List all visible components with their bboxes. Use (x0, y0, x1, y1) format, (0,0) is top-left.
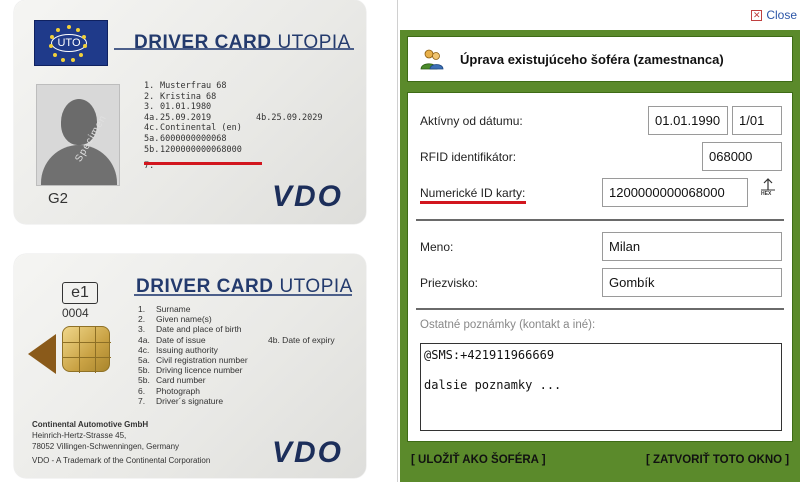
legend-row: 5b. Driving licence number (138, 365, 243, 376)
legend-row: 4c. Issuing authority (138, 344, 218, 355)
country-code-box: e1 (62, 282, 98, 304)
vdo-logo: VDO (272, 180, 344, 213)
rfid-label: RFID identifikátor: (420, 150, 517, 164)
card-title: DRIVER CARD UTOPIA (136, 276, 353, 297)
legend-row: 5b. Card number (138, 375, 206, 386)
close-window-button[interactable]: [ ZATVORIŤ TOTO OKNO ] (646, 454, 789, 466)
dialog-header: Úprava existujúceho šoféra (zamestnanca) (407, 36, 793, 82)
field-row: 5b.1200000000068000 (144, 144, 242, 155)
arrow-up-icon (761, 178, 775, 191)
hex-convert-button[interactable]: HEX (758, 178, 778, 200)
divider (416, 219, 784, 221)
first-name-label: Meno: (420, 240, 454, 254)
numeric-id-highlight (420, 201, 526, 204)
notes-label: Ostatné poznámky (kontakt a iné): (420, 319, 596, 331)
legend-row: 3. Date and place of birth (138, 324, 242, 335)
notes-textarea[interactable]: @SMS:+421911966669 dalsie poznamky ... (420, 343, 782, 431)
card-title: DRIVER CARD UTOPIA (134, 32, 351, 53)
dialog-frame: Úprava existujúceho šoféra (zamestnanca)… (400, 30, 800, 482)
active-from-time-input[interactable]: 1/01 (732, 106, 782, 135)
legend-row: 4a. Date of issue (138, 334, 206, 345)
driver-card-back: e1 0004 DRIVER CARD UTOPIA 1. Surname 2. Gi… (14, 254, 366, 478)
photo-specimen: Specimen (36, 84, 120, 186)
chip-icon (62, 326, 111, 373)
manufacturer-info: Continental Automotive GmbH Heinrich-Her… (32, 420, 211, 465)
legend-row: 5a. Civil registration number (138, 355, 248, 366)
field-row: 1. Musterfrau 68 (144, 81, 227, 91)
field-row: 2. Kristina 68 (144, 91, 217, 102)
insert-arrow-icon (28, 334, 56, 374)
card-fields: 1. Musterfrau 68 2. Kristina 68 3. 01.01.19… (144, 81, 242, 172)
close-link[interactable]: ✕ Close (751, 8, 797, 22)
field-row: 4a.25.09.2019 (144, 112, 212, 123)
field-row: 4c.Continental (en) (144, 123, 242, 134)
edit-driver-dialog: ✕ Close Úprava existujúceho šoféra (zames… (397, 0, 803, 482)
driver-form: Aktívny od dátumu: 01.01.1990 1/01 RFID … (407, 92, 793, 442)
legend-row: 7. Driver´s signature (138, 395, 224, 406)
rfid-input[interactable]: 068000 (702, 142, 782, 171)
generation-label: G2 (48, 190, 69, 207)
card-legend: 1. Surname 2. Given name(s) 3. Date and pla… (138, 304, 248, 406)
legend-row: 1. Surname (138, 304, 191, 314)
numeric-id-label: Numerické ID karty: (420, 186, 526, 200)
card-series-number: 0004 (62, 306, 89, 320)
legend-expiry: 4b. Date of expiry (268, 335, 335, 345)
last-name-label: Priezvisko: (420, 276, 479, 290)
divider (416, 308, 784, 310)
card-number-highlight (144, 162, 262, 165)
first-name-input[interactable]: Milan (602, 232, 782, 261)
active-from-label: Aktívny od dátumu: (420, 114, 523, 128)
active-from-date-input[interactable]: 01.01.1990 (648, 106, 728, 135)
vdo-logo: VDO (272, 436, 344, 469)
dialog-title: Úprava existujúceho šoféra (zamestnanca) (460, 52, 724, 67)
field-row: 5a.6000000000068 (144, 133, 227, 144)
last-name-input[interactable]: Gombík (602, 268, 782, 297)
close-icon[interactable]: ✕ (751, 10, 763, 21)
legend-row: 2. Given name(s) (138, 314, 212, 325)
users-icon (420, 49, 444, 70)
legend-row: 6. Photograph (138, 385, 200, 396)
expiry-date: 4b.25.09.2029 (256, 113, 323, 123)
eu-flag-icon: UTO (34, 20, 108, 66)
driver-card-front: UTO DRIVER CARD UTOPIA Specimen 1. Musterf… (14, 0, 366, 224)
field-row: 3. 01.01.1980 (144, 102, 212, 113)
save-driver-button[interactable]: [ ULOŽIŤ AKO ŠOFÉRA ] (411, 454, 546, 466)
numeric-id-input[interactable]: 1200000000068000 (602, 178, 748, 207)
